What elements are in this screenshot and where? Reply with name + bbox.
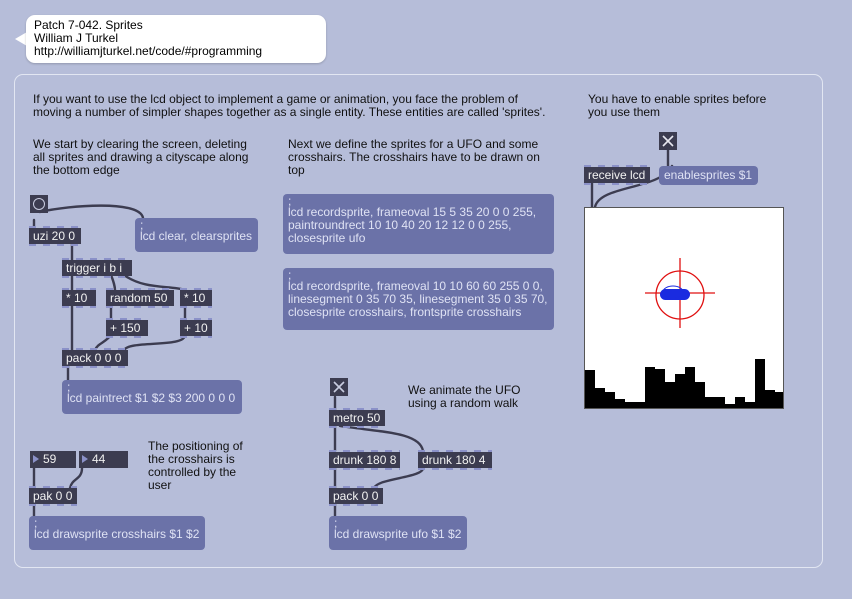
- city-building: [605, 392, 615, 408]
- city-building: [665, 382, 675, 408]
- enable-toggle-button[interactable]: [659, 132, 677, 150]
- toggle-button[interactable]: [330, 378, 348, 396]
- pak-object[interactable]: pak 0 0: [29, 486, 77, 506]
- pack-3-object[interactable]: pack 0 0 0: [62, 348, 128, 368]
- city-building: [735, 397, 745, 408]
- define-comment: Next we define the sprites for a UFO and…: [288, 137, 540, 177]
- number-arrow-icon: [33, 455, 39, 463]
- plus-150-object[interactable]: + 150: [106, 318, 148, 338]
- paintrect-message[interactable]: ; lcd paintrect $1 $2 $3 200 0 0 0: [62, 380, 242, 414]
- draw-ufo-message[interactable]: ; lcd drawsprite ufo $1 $2: [329, 516, 467, 550]
- drunk-4-object[interactable]: drunk 180 4: [418, 450, 492, 470]
- bang-button[interactable]: [30, 195, 48, 213]
- pack-2-object[interactable]: pack 0 0: [329, 486, 383, 506]
- intro-comment: If you want to use the lcd object to imp…: [33, 92, 546, 119]
- number-arrow-icon: [82, 455, 88, 463]
- drunk-8-object[interactable]: drunk 180 8: [329, 450, 400, 470]
- city-building: [635, 402, 645, 408]
- city-building: [705, 397, 715, 408]
- bang-circle-icon: [33, 198, 45, 210]
- trigger-object[interactable]: trigger i b i: [62, 258, 132, 278]
- clear-message[interactable]: ; lcd clear, clearsprites: [135, 218, 258, 252]
- ufo-sprite-message[interactable]: ; lcd recordsprite, frameoval 15 5 35 20…: [283, 194, 554, 254]
- city-building: [695, 382, 705, 408]
- city-building: [715, 397, 725, 408]
- enable-comment: You have to enable sprites before you us…: [588, 92, 767, 119]
- city-building: [725, 404, 735, 408]
- random-object[interactable]: random 50: [106, 288, 174, 308]
- x-number-box[interactable]: 59: [30, 451, 76, 468]
- draw-crosshairs-message[interactable]: ; lcd drawsprite crosshairs $1 $2: [29, 516, 205, 550]
- metro-object[interactable]: metro 50: [329, 408, 385, 428]
- city-building: [775, 392, 785, 408]
- city-building: [745, 402, 755, 408]
- city-building: [765, 390, 775, 408]
- lcd-display[interactable]: [584, 207, 785, 409]
- uzi-object[interactable]: uzi 20 0: [29, 226, 81, 246]
- city-building: [655, 369, 665, 408]
- city-building: [595, 388, 605, 408]
- clear-comment: We start by clearing the screen, deletin…: [33, 137, 249, 177]
- animate-comment: We animate the UFO using a random walk: [408, 383, 521, 410]
- plus-10-object[interactable]: + 10: [180, 318, 212, 338]
- city-building: [625, 402, 635, 408]
- toggle-x-icon: [333, 381, 345, 393]
- city-building: [615, 399, 625, 408]
- city-building: [685, 367, 695, 408]
- multiply-10-object-b[interactable]: * 10: [180, 288, 212, 308]
- toggle-x-icon: [662, 135, 674, 147]
- city-building: [585, 370, 595, 408]
- receive-lcd-object[interactable]: receive lcd: [584, 165, 650, 185]
- y-number-box[interactable]: 44: [79, 451, 128, 468]
- city-building: [755, 359, 765, 408]
- enablesprites-message[interactable]: enablesprites $1: [659, 166, 758, 185]
- position-comment: The positioning of the crosshairs is con…: [148, 439, 243, 492]
- multiply-10-object-a[interactable]: * 10: [62, 288, 96, 308]
- crosshairs-sprite-message[interactable]: ; lcd recordsprite, frameoval 10 10 60 6…: [283, 268, 554, 330]
- lcd-canvas: [585, 258, 785, 408]
- city-building: [645, 367, 655, 408]
- city-building: [675, 374, 685, 408]
